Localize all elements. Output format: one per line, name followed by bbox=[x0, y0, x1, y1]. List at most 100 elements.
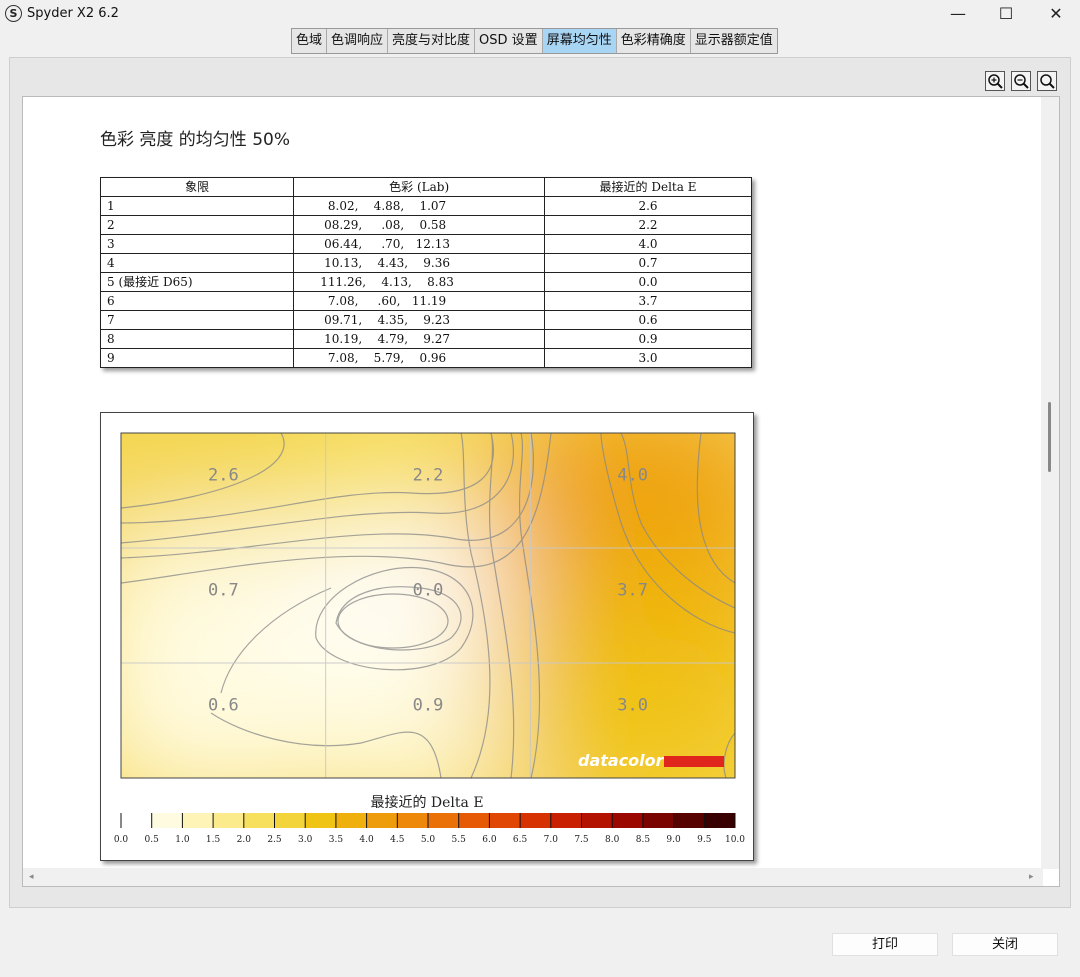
window-title: Spyder X2 6.2 bbox=[27, 6, 119, 21]
colorbar-tick-label: 6.5 bbox=[513, 835, 528, 845]
table-row: 9 7.08, 5.79, 0.96 3.0 bbox=[99, 348, 752, 368]
table-header: 色彩 (Lab) bbox=[293, 177, 546, 197]
uniformity-chart: 2.6 2.2 4.0 0.7 0.0 3.7 0.6 0.9 3.0 datacolor 最接… bbox=[100, 412, 754, 861]
table-cell: 2.6 bbox=[544, 196, 752, 216]
colorbar-segment bbox=[642, 813, 675, 828]
table-cell: 2.2 bbox=[544, 215, 752, 235]
quadrant-value-label: 0.9 bbox=[413, 696, 444, 716]
tab-5[interactable]: 色彩精确度 bbox=[617, 29, 691, 53]
maximize-button[interactable]: ☐ bbox=[983, 0, 1029, 28]
table-row: 5 (最接近 D65) 111.26, 4.13, 8.83 0.0 bbox=[99, 272, 752, 292]
colorbar-tick-label: 5.0 bbox=[421, 835, 436, 845]
quadrant-value-label: 2.6 bbox=[208, 466, 239, 486]
colorbar-label: 最接近的 Delta E bbox=[370, 794, 483, 811]
table-row: 1 8.02, 4.88, 1.07 2.6 bbox=[99, 196, 752, 216]
scroll-left-icon[interactable]: ◂ bbox=[29, 871, 34, 883]
colorbar-segment bbox=[428, 813, 460, 828]
colorbar-segment bbox=[673, 813, 705, 828]
colorbar-segment bbox=[213, 813, 245, 828]
table-cell: 06.44, .70, 12.13 bbox=[293, 234, 546, 254]
tab-4[interactable]: 屏幕均匀性 bbox=[542, 29, 617, 53]
table-header: 最接近的 Delta E bbox=[544, 177, 752, 197]
scroll-right-icon[interactable]: ▸ bbox=[1029, 871, 1034, 883]
table-header: 象限 bbox=[99, 177, 295, 197]
colorbar-tick-label: 2.5 bbox=[267, 835, 282, 845]
table-cell: 10.19, 4.79, 9.27 bbox=[293, 329, 546, 349]
vertical-scrollbar[interactable] bbox=[1041, 97, 1059, 869]
colorbar-segment bbox=[305, 813, 337, 828]
table-cell: 4 bbox=[99, 253, 295, 273]
colorbar-tick-label: 0.5 bbox=[145, 835, 160, 845]
table-cell: 7.08, .60, 11.19 bbox=[293, 291, 546, 311]
tab-3[interactable]: OSD 设置 bbox=[475, 29, 543, 53]
report-document[interactable]: 色彩 亮度 的均匀性 50% 象限 色彩 (Lab) 最接近的 Delta E 1 … bbox=[22, 96, 1060, 887]
quadrant-value-label: 3.0 bbox=[617, 696, 648, 716]
colorbar-segment bbox=[121, 813, 153, 828]
colorbar-segment bbox=[520, 813, 552, 828]
colorbar-tick-label: 8.5 bbox=[636, 835, 651, 845]
colorbar-segment bbox=[366, 813, 398, 828]
table-row: 8 10.19, 4.79, 9.27 0.9 bbox=[99, 329, 752, 349]
quadrant-value-label: 0.6 bbox=[208, 696, 239, 716]
quadrant-value-label: 4.0 bbox=[617, 466, 648, 486]
table-cell: 7 bbox=[99, 310, 295, 330]
colorbar-segment bbox=[397, 813, 429, 828]
colorbar-tick-label: 8.0 bbox=[605, 835, 620, 845]
colorbar-segment bbox=[612, 813, 644, 828]
table-cell: 4.0 bbox=[544, 234, 752, 254]
table-cell: 3.0 bbox=[544, 348, 752, 368]
table-cell: 1 bbox=[99, 196, 295, 216]
colorbar-tick-label: 2.0 bbox=[237, 835, 252, 845]
colorbar-tick-label: 4.0 bbox=[359, 835, 374, 845]
close-button[interactable]: 关闭 bbox=[952, 933, 1058, 956]
colorbar-tick-label: 9.5 bbox=[697, 835, 712, 845]
tab-0[interactable]: 色域 bbox=[292, 29, 328, 53]
table-cell: 111.26, 4.13, 8.83 bbox=[293, 272, 546, 292]
table-cell: 8.02, 4.88, 1.07 bbox=[293, 196, 546, 216]
table-row: 2 08.29, .08, 0.58 2.2 bbox=[99, 215, 752, 235]
colorbar-segment bbox=[704, 813, 736, 828]
table-cell: 10.13, 4.43, 9.36 bbox=[293, 253, 546, 273]
tab-6[interactable]: 显示器额定值 bbox=[691, 29, 777, 53]
table-row: 7 09.71, 4.35, 9.23 0.6 bbox=[99, 310, 752, 330]
table-cell: 2 bbox=[99, 215, 295, 235]
minimize-button[interactable]: — bbox=[935, 0, 981, 28]
tab-1[interactable]: 色调响应 bbox=[327, 29, 389, 53]
colorbar-tick-label: 1.5 bbox=[206, 835, 221, 845]
colorbar-tick-label: 1.0 bbox=[175, 835, 190, 845]
uniformity-heatmap: 2.6 2.2 4.0 0.7 0.0 3.7 0.6 0.9 3.0 datacolor 最接… bbox=[114, 432, 745, 845]
tab-2[interactable]: 亮度与对比度 bbox=[388, 29, 476, 53]
table-cell: 3.7 bbox=[544, 291, 752, 311]
vertical-scrollbar-thumb[interactable] bbox=[1048, 402, 1051, 472]
zoom-fit-icon[interactable] bbox=[1037, 71, 1057, 91]
colorbar-tick-label: 7.5 bbox=[574, 835, 589, 845]
zoom-in-icon[interactable] bbox=[985, 71, 1005, 91]
quadrant-table: 象限 色彩 (Lab) 最接近的 Delta E 1 8.02, 4.88, 1.0… bbox=[99, 177, 752, 368]
colorbar-segment bbox=[182, 813, 214, 828]
table-cell: 8 bbox=[99, 329, 295, 349]
table-cell: 09.71, 4.35, 9.23 bbox=[293, 310, 546, 330]
print-button[interactable]: 打印 bbox=[832, 933, 938, 956]
colorbar-tick-label: 0.0 bbox=[114, 835, 129, 845]
colorbar-tick-label: 7.0 bbox=[544, 835, 559, 845]
colorbar-segment bbox=[550, 813, 582, 828]
table-cell: 7.08, 5.79, 0.96 bbox=[293, 348, 546, 368]
table-cell: 0.9 bbox=[544, 329, 752, 349]
table-row: 6 7.08, .60, 11.19 3.7 bbox=[99, 291, 752, 311]
report-title: 色彩 亮度 的均匀性 50% bbox=[100, 130, 290, 150]
horizontal-scrollbar[interactable]: ◂ ▸ bbox=[23, 868, 1043, 886]
colorbar-tick-label: 9.0 bbox=[666, 835, 681, 845]
close-window-button[interactable]: ✕ bbox=[1033, 0, 1079, 28]
colorbar-segment bbox=[489, 813, 521, 828]
colorbar-segment bbox=[274, 813, 306, 828]
quadrant-value-label: 2.2 bbox=[413, 466, 444, 486]
colorbar-segment bbox=[243, 813, 275, 828]
table-row: 3 06.44, .70, 12.13 4.0 bbox=[99, 234, 752, 254]
zoom-out-icon[interactable] bbox=[1011, 71, 1031, 91]
colorbar-segment bbox=[335, 813, 368, 828]
colorbar-tick-label: 3.5 bbox=[329, 835, 344, 845]
title-bar: S Spyder X2 6.2 — ☐ ✕ bbox=[0, 0, 1080, 28]
colorbar-tick-label: 5.5 bbox=[452, 835, 467, 845]
datacolor-logo-bar bbox=[664, 756, 724, 767]
table-cell: 5 (最接近 D65) bbox=[99, 272, 295, 292]
